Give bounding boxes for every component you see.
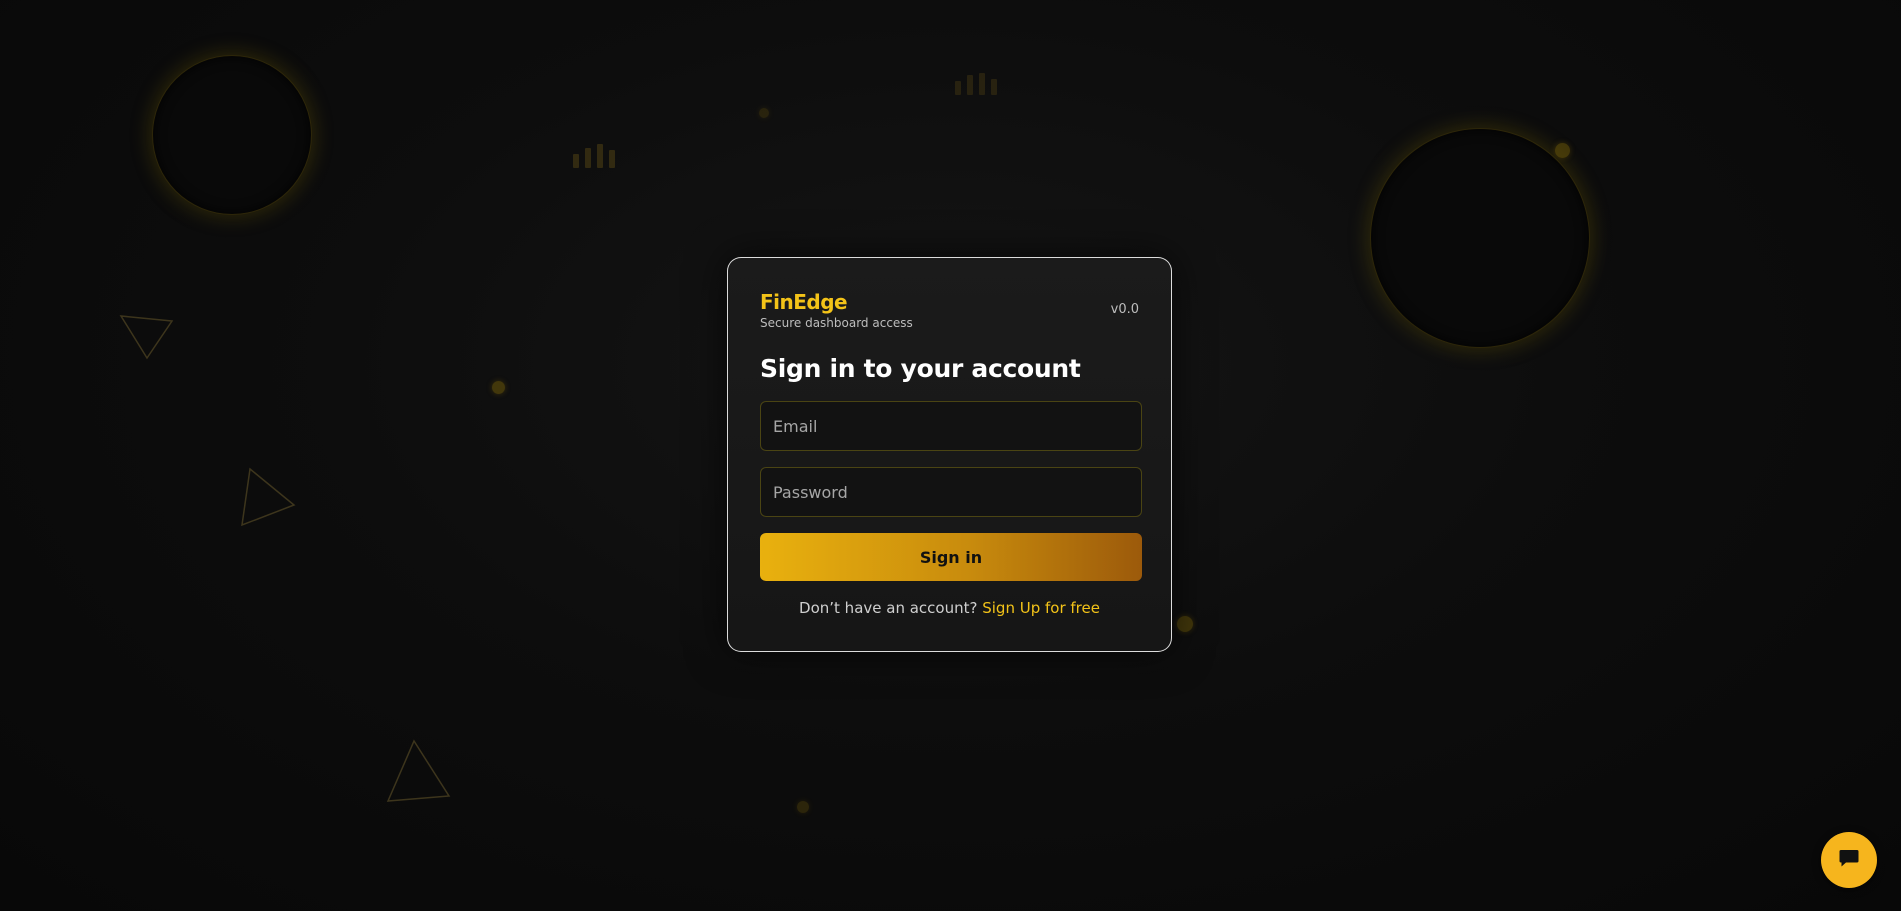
decorative-dot	[797, 801, 809, 813]
signup-link[interactable]: Sign Up for free	[982, 599, 1100, 617]
brand-logo: FinEdge	[760, 290, 848, 314]
email-field[interactable]	[760, 401, 1142, 451]
chat-button[interactable]	[1821, 832, 1877, 888]
decorative-dot	[759, 108, 769, 118]
signup-row: Don’t have an account? Sign Up for free	[760, 599, 1139, 617]
decorative-triangle-icon	[238, 465, 298, 529]
page-title: Sign in to your account	[760, 354, 1081, 383]
card-header: FinEdge Secure dashboard access v0.0	[760, 290, 1139, 330]
sign-in-button[interactable]: Sign in	[760, 533, 1142, 581]
decorative-triangle-icon	[384, 738, 452, 804]
password-field[interactable]	[760, 467, 1142, 517]
version-label: v0.0	[1110, 302, 1139, 317]
brand-tagline: Secure dashboard access	[760, 316, 913, 330]
decorative-triangle-icon	[118, 312, 176, 362]
login-card: FinEdge Secure dashboard access v0.0 Sig…	[727, 257, 1172, 652]
decorative-ring-right	[1370, 128, 1590, 348]
chat-bubble-icon	[1837, 846, 1861, 874]
decorative-bars-icon	[573, 144, 615, 168]
decorative-dot	[1555, 143, 1570, 158]
brand-block: FinEdge Secure dashboard access	[760, 290, 913, 330]
decorative-bars-icon	[955, 73, 997, 95]
decorative-dot	[1177, 616, 1193, 632]
signup-prompt: Don’t have an account?	[799, 599, 978, 617]
decorative-dot	[492, 381, 505, 394]
decorative-ring-left	[152, 55, 312, 215]
